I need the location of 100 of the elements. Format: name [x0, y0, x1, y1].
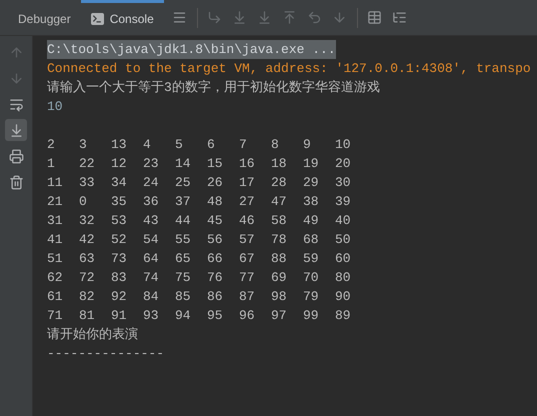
number-cell-text: 38 — [303, 193, 320, 211]
number-cell-text: 81 — [79, 307, 96, 325]
number-cell-text: 53 — [111, 212, 128, 230]
number-cell-text: 52 — [111, 231, 128, 249]
number-cell-text: 32 — [79, 212, 96, 230]
number-cell-text: 42 — [79, 231, 96, 249]
number-cell-text: 76 — [207, 269, 224, 287]
number-cell-text: 98 — [271, 288, 288, 306]
number-cell-text: 37 — [175, 193, 192, 211]
number-cell-text: 44 — [175, 212, 192, 230]
number-cell-text: 3 — [79, 136, 88, 154]
number-cell-text: 35 — [111, 193, 128, 211]
list-icon[interactable] — [392, 10, 408, 26]
number-cell-text: 10 — [335, 136, 352, 154]
number-cell-text: 91 — [111, 307, 128, 325]
number-cell-text: 23 — [143, 155, 160, 173]
number-cell-text: 13 — [111, 136, 128, 154]
number-cell-text: 0 — [79, 193, 88, 211]
number-cell-text: 95 — [207, 307, 224, 325]
tab[interactable]: Debugger — [8, 0, 81, 35]
number-cell-text: 20 — [335, 155, 352, 173]
number-cell-text: 17 — [239, 174, 256, 192]
console-line: 10 — [47, 98, 64, 116]
number-cell-text: 74 — [143, 269, 160, 287]
number-cell-text: 61 — [47, 288, 64, 306]
number-cell-text: 45 — [207, 212, 224, 230]
number-cell-text: 59 — [303, 250, 320, 268]
number-cell-text: 51 — [47, 250, 64, 268]
console-line: --------------- — [47, 345, 166, 363]
number-cell-text: 75 — [175, 269, 192, 287]
number-cell-text: 31 — [47, 212, 64, 230]
number-cell-text: 15 — [207, 155, 224, 173]
number-cell-text: 49 — [303, 212, 320, 230]
number-cell-text: 69 — [271, 269, 288, 287]
number-cell-text: 5 — [175, 136, 184, 154]
number-cell-text: 63 — [79, 250, 96, 268]
console-line: Connected to the target VM, address: '127.0.0.1:4308', transpo — [47, 60, 532, 78]
number-cell-text: 2 — [47, 136, 56, 154]
number-cell-text: 64 — [143, 250, 160, 268]
scroll-to-end-icon[interactable] — [5, 119, 27, 141]
number-cell-text: 66 — [207, 250, 224, 268]
number-cell-text: 16 — [239, 155, 256, 173]
number-cell-text: 22 — [79, 155, 96, 173]
menu-icon[interactable] — [172, 10, 188, 26]
number-cell-text: 62 — [47, 269, 64, 287]
number-cell-text: 55 — [175, 231, 192, 249]
number-cell-text: 58 — [271, 212, 288, 230]
number-cell-text: 83 — [111, 269, 128, 287]
number-cell-text: 86 — [207, 288, 224, 306]
number-cell-text: 34 — [111, 174, 128, 192]
number-cell-text: 78 — [271, 231, 288, 249]
number-cell-text: 40 — [335, 212, 352, 230]
number-cell-text: 28 — [271, 174, 288, 192]
number-cell-text: 68 — [303, 231, 320, 249]
number-cell-text: 7 — [239, 136, 248, 154]
number-cell-text: 94 — [175, 307, 192, 325]
number-cell-text: 96 — [239, 307, 256, 325]
number-cell-text: 29 — [303, 174, 320, 192]
console-line: 请输入一个大于等于3的数字，用于初始化数字华容道游戏 — [47, 79, 381, 97]
number-cell-text: 65 — [175, 250, 192, 268]
number-cell-text: 71 — [47, 307, 64, 325]
number-cell-text: 57 — [239, 231, 256, 249]
number-cell-text: 48 — [207, 193, 224, 211]
console-line: 请开始你的表演 — [47, 326, 139, 344]
console-icon — [90, 13, 104, 25]
number-cell-text: 87 — [239, 288, 256, 306]
number-cell-text: 8 — [271, 136, 280, 154]
number-cell-text: 73 — [111, 250, 128, 268]
number-cell-text: 12 — [111, 155, 128, 173]
number-cell-text: 82 — [79, 288, 96, 306]
number-cell-text: 46 — [239, 212, 256, 230]
number-cell-text: 70 — [303, 269, 320, 287]
number-cell-text: 93 — [143, 307, 160, 325]
number-cell-text: 11 — [47, 174, 64, 192]
number-cell-text: 33 — [79, 174, 96, 192]
number-cell-text: 39 — [335, 193, 352, 211]
number-cell-text: 47 — [271, 193, 288, 211]
number-cell-text: 85 — [175, 288, 192, 306]
number-cell-text: 88 — [271, 250, 288, 268]
number-cell-text: 92 — [111, 288, 128, 306]
number-cell-text: 90 — [335, 288, 352, 306]
number-cell-text: 9 — [303, 136, 312, 154]
number-cell-text: 30 — [335, 174, 352, 192]
number-cell-text: 21 — [47, 193, 64, 211]
number-cell-text: 72 — [79, 269, 96, 287]
number-cell-text: 97 — [271, 307, 288, 325]
number-cell-text: 41 — [47, 231, 64, 249]
number-cell-text: 6 — [207, 136, 216, 154]
number-cell-text: 79 — [303, 288, 320, 306]
number-cell-text: 36 — [143, 193, 160, 211]
number-cell-text: 67 — [239, 250, 256, 268]
number-cell-text: 56 — [207, 231, 224, 249]
number-cell-text: 99 — [303, 307, 320, 325]
number-cell-text: 89 — [335, 307, 352, 325]
number-cell-text: 18 — [271, 155, 288, 173]
number-cell-text: 77 — [239, 269, 256, 287]
number-cell-text: 4 — [143, 136, 152, 154]
number-cell-text: 50 — [335, 231, 352, 249]
number-cell-text: 60 — [335, 250, 352, 268]
number-cell-text: 54 — [143, 231, 160, 249]
